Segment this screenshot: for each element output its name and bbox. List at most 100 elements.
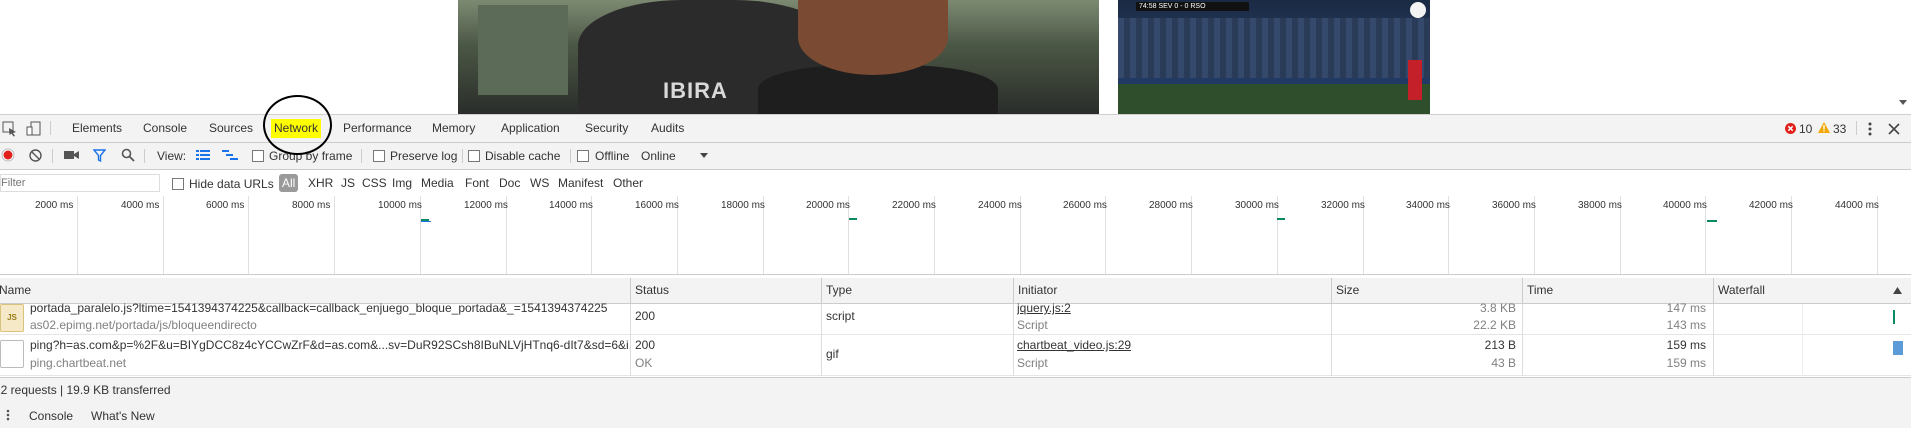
filter-icon[interactable] [93,149,106,162]
sort-ascending-icon[interactable] [1893,287,1902,294]
column-size[interactable]: Size [1331,278,1523,303]
request-type: gif [826,347,839,361]
table-row[interactable]: ping?h=as.com&p=%2F&u=BIYgDCC8z4cYCCwZrF… [0,335,1911,376]
throttling-select[interactable]: Online [641,149,676,163]
request-initiator-link[interactable]: chartbeat_video.js:29 [1017,338,1131,352]
column-time[interactable]: Time [1522,278,1714,303]
network-summary-bar: 12 requests | 19.9 KB transferred [0,377,1911,403]
overview-tick-label: 44000 ms [1835,200,1879,211]
inspect-element-icon[interactable] [2,121,18,137]
tab-security[interactable]: Security [585,115,628,142]
shirt-text: IBIRA [663,78,728,103]
more-options-icon[interactable] [1862,121,1878,137]
overview-tick-label: 22000 ms [892,200,936,211]
offline-checkbox[interactable] [577,150,589,162]
error-count[interactable]: 10 [1799,122,1812,136]
request-type: script [826,309,855,323]
tab-memory[interactable]: Memory [432,115,475,142]
group-by-frame-checkbox[interactable] [252,150,264,162]
overview-tick-label: 12000 ms [464,200,508,211]
request-name[interactable]: ping?h=as.com&p=%2F&u=BIYgDCC8z4cYCCwZrF… [30,338,630,352]
request-initiator-link[interactable]: jquery.js:2 [1017,301,1071,315]
table-row[interactable]: JS portada_paralelo.js?ltime=15413943742… [0,301,1911,335]
overview-gridline [163,196,164,274]
overview-tick-label: 6000 ms [206,200,245,211]
drawer-tab-console[interactable]: Console [29,409,73,423]
hide-data-urls-label[interactable]: Hide data URLs [189,177,274,191]
scroll-down-arrow-icon[interactable] [1899,100,1907,105]
filter-type-xhr[interactable]: XHR [308,170,333,196]
disable-cache-checkbox[interactable] [468,150,480,162]
overview-tick-label: 36000 ms [1492,200,1536,211]
filter-type-ws[interactable]: WS [530,170,549,196]
page-scrollbar[interactable] [1893,0,1911,114]
overview-tick-label: 32000 ms [1321,200,1365,211]
device-toolbar-icon[interactable] [26,121,42,137]
drawer-tab-whats-new[interactable]: What's New [91,409,155,423]
chevron-down-icon[interactable] [700,153,708,158]
overview-gridline [334,196,335,274]
request-time: 159 ms [1666,338,1706,352]
error-icon[interactable] [1785,123,1796,134]
overview-tick-label: 42000 ms [1749,200,1793,211]
tab-console[interactable]: Console [143,115,187,142]
warning-icon[interactable] [1818,122,1830,133]
offline-label[interactable]: Offline [595,149,629,163]
request-size: 213 B [1484,338,1516,352]
devtools-drawer: Console What's New [0,402,1911,428]
network-overview[interactable]: 2000 ms 4000 ms 6000 ms 8000 ms 10000 ms 1200… [0,196,1911,275]
filter-type-media[interactable]: Media [421,170,454,196]
column-initiator[interactable]: Initiator [1013,278,1332,303]
preserve-log-checkbox[interactable] [373,150,385,162]
column-status[interactable]: Status [630,278,818,303]
record-icon[interactable] [1,148,15,162]
request-domain: as02.epimg.net/portada/js/bloqueendirect… [30,318,257,332]
capture-screenshots-icon[interactable] [64,149,79,161]
large-request-rows-icon[interactable] [196,150,210,161]
filter-type-doc[interactable]: Doc [499,170,520,196]
filter-type-js[interactable]: JS [341,170,355,196]
js-file-icon: JS [0,304,24,332]
search-icon[interactable] [121,148,135,162]
tab-performance[interactable]: Performance [343,115,412,142]
waterfall-bar [1893,341,1903,355]
clear-icon[interactable] [29,149,42,162]
close-devtools-icon[interactable] [1887,122,1901,136]
overview-tick-label: 18000 ms [721,200,765,211]
filter-type-manifest[interactable]: Manifest [558,170,603,196]
request-name[interactable]: portada_paralelo.js?ltime=1541394374225&… [30,301,630,315]
photo-players: IBIRA [458,0,1099,114]
drawer-menu-icon[interactable] [6,409,10,421]
filter-type-font[interactable]: Font [465,170,489,196]
filter-type-all[interactable]: All [279,174,299,192]
waterfall-overview-icon[interactable] [222,150,238,162]
tab-audits[interactable]: Audits [651,115,684,142]
filter-type-css[interactable]: CSS [362,170,387,196]
request-time: 147 ms [1666,301,1706,315]
overview-tick-label: 10000 ms [378,200,422,211]
column-name[interactable]: Name [0,278,31,303]
warning-count[interactable]: 33 [1833,122,1846,136]
overview-tick-label: 30000 ms [1235,200,1279,211]
filter-input[interactable] [0,174,160,192]
tab-application[interactable]: Application [501,115,560,142]
column-type[interactable]: Type [821,278,1009,303]
hide-data-urls-checkbox[interactable] [172,178,184,190]
overview-tick-label: 28000 ms [1149,200,1193,211]
tab-sources[interactable]: Sources [209,115,253,142]
annotation-circle [263,95,332,155]
filter-type-other[interactable]: Other [613,170,643,196]
tab-elements[interactable]: Elements [72,115,122,142]
disable-cache-label[interactable]: Disable cache [485,149,560,163]
overview-tick-label: 24000 ms [978,200,1022,211]
filter-type-img[interactable]: Img [392,170,412,196]
photo-match: 74:58 SEV 0 - 0 RSO [1118,0,1430,114]
overview-tick-label: 26000 ms [1063,200,1107,211]
overview-gridline [248,196,249,274]
preserve-log-label[interactable]: Preserve log [390,149,457,163]
scorebug: 74:58 SEV 0 - 0 RSO [1136,2,1249,11]
overview-tick-label: 4000 ms [121,200,160,211]
laliga-logo-icon [1410,2,1426,18]
column-waterfall[interactable]: Waterfall [1713,278,1898,303]
overview-tick-label: 16000 ms [635,200,679,211]
